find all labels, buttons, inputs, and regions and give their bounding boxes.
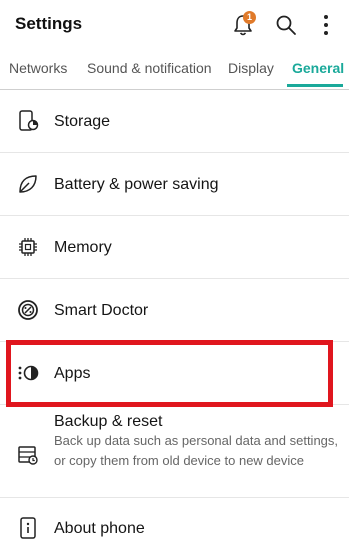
tab-networks[interactable]: Networks [9,60,67,76]
item-label: Backup & reset [54,413,163,430]
info-icon [20,517,36,539]
storage-icon [19,110,39,131]
more-options-button[interactable] [311,10,341,40]
list-item-about-phone[interactable]: About phone [0,498,349,560]
list-item-storage[interactable]: Storage [0,90,349,153]
search-icon [276,15,296,35]
app-header: Settings 1 [0,0,349,50]
page-title: Settings [15,14,83,33]
backup-icon [18,446,38,465]
apps-highlight-box [6,340,333,407]
tab-bar: Networks Sound & notification Display Ge… [0,50,349,90]
more-vert-icon [324,15,328,35]
item-label: Battery & power saving [54,176,219,193]
notifications-button[interactable]: 1 [228,10,258,40]
item-label: Storage [54,113,111,130]
memory-chip-icon [19,238,37,256]
list-item-memory[interactable]: Memory [0,216,349,279]
tab-sound-notification[interactable]: Sound & notification [87,60,212,76]
list-item-battery[interactable]: Battery & power saving [0,153,349,216]
list-item-backup-reset[interactable]: Backup & reset Back up data such as pers… [0,405,349,498]
search-button[interactable] [271,10,301,40]
active-tab-indicator [287,84,343,87]
item-label: About phone [54,520,145,537]
smart-doctor-icon [18,300,38,320]
tab-general[interactable]: General [292,60,344,76]
battery-leaf-icon [19,175,37,193]
item-label: Memory [54,239,112,256]
tab-display[interactable]: Display [228,60,274,76]
list-item-smart-doctor[interactable]: Smart Doctor [0,279,349,342]
item-description: Back up data such as personal data and s… [54,433,339,468]
notification-badge: 1 [243,11,256,24]
item-label: Smart Doctor [54,302,149,319]
